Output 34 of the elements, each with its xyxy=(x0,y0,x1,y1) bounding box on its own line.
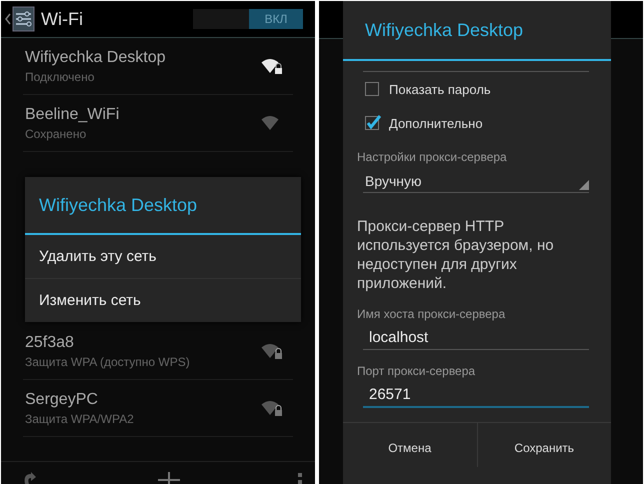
checkbox[interactable] xyxy=(365,81,381,97)
menu-title: Wifiyechka Desktop xyxy=(25,177,301,235)
field-label: Порт прокси-сервера xyxy=(357,364,476,378)
overflow-menu-icon[interactable] xyxy=(297,472,303,484)
add-icon[interactable] xyxy=(158,472,180,484)
network-row[interactable]: Beeline_WiFi Сохранено xyxy=(23,95,293,152)
network-status: Защита WPA/WPA2 xyxy=(25,412,135,426)
proxy-dropdown[interactable]: Вручную xyxy=(363,170,589,193)
network-status: Подключено xyxy=(25,70,96,84)
menu-item[interactable]: Удалить эту сеть xyxy=(25,235,301,279)
proxy-settings-label: Настройки прокси-сервера xyxy=(357,150,508,164)
input-field[interactable]: 26571 xyxy=(363,382,589,408)
network-row[interactable]: 25f3a8 Защита WPA (доступно WPS) xyxy=(23,323,293,380)
settings-app-icon[interactable] xyxy=(5,6,35,32)
menu-item[interactable]: Изменить сеть xyxy=(25,279,301,322)
input-field[interactable]: localhost xyxy=(363,325,589,350)
checkbox-label: Дополнительно xyxy=(389,116,483,130)
dropdown-corner-icon xyxy=(579,180,589,190)
network-name: Wifiyechka Desktop xyxy=(25,48,166,66)
network-name: Beeline_WiFi xyxy=(25,106,120,124)
checkbox[interactable] xyxy=(365,115,381,131)
network-status: Защита WPA (доступно WPS) xyxy=(25,354,191,368)
network-name: 25f3a8 xyxy=(25,334,75,352)
dialog-title: Wifiyechka Desktop xyxy=(343,1,611,61)
proxy-note: Прокси-сервер HTTP используется браузером, но недоступен для других приложений. xyxy=(357,217,555,293)
checkbox-label: Показать пароль xyxy=(389,82,491,96)
network-row[interactable]: SergeyPC Защита WPA/WPA2 xyxy=(23,380,293,437)
screen-title: Wi-Fi xyxy=(41,8,84,30)
dialog-button[interactable]: Отмена xyxy=(343,423,476,467)
dialog-button[interactable]: Сохранить xyxy=(476,423,611,467)
network-name: SergeyPC xyxy=(25,390,99,408)
network-status: Сохранено xyxy=(25,126,88,140)
field-label: Имя хоста прокси-сервера xyxy=(357,307,506,321)
network-row[interactable]: Wifiyechka Desktop Подключено xyxy=(23,38,293,95)
